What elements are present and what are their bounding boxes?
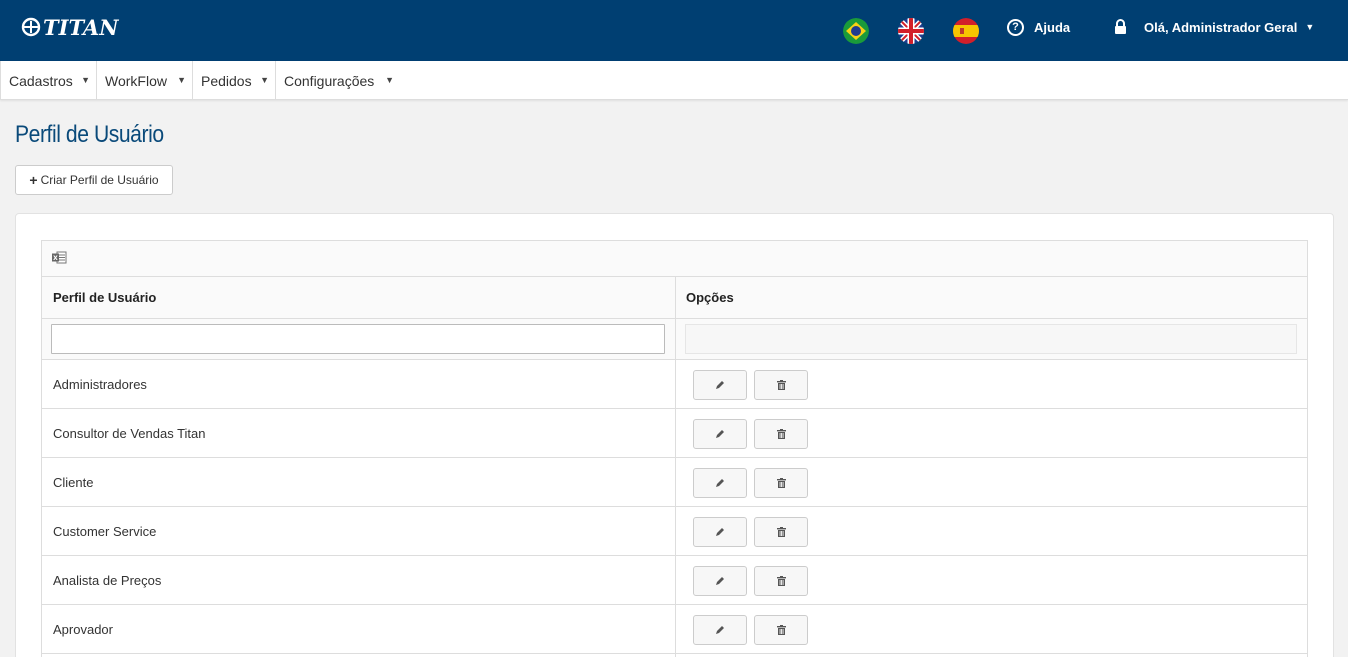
logo-emblem-icon <box>21 17 41 37</box>
create-profile-button[interactable]: + Criar Perfil de Usuário <box>15 165 173 195</box>
profile-name: Customer Service <box>53 524 157 539</box>
edit-button[interactable] <box>693 419 747 449</box>
brazil-flag-icon[interactable] <box>843 18 869 44</box>
options-filter-placeholder <box>685 324 1297 354</box>
page-title: Perfil de Usuário <box>15 121 164 148</box>
menu-cadastros[interactable]: Cadastros ▼ <box>0 61 97 100</box>
menu-label: Configurações <box>284 72 375 89</box>
menu-configuracoes[interactable]: Configurações ▼ <box>276 61 400 100</box>
delete-button[interactable] <box>754 419 808 449</box>
profile-name: Analista de Preços <box>53 573 162 588</box>
lock-icon <box>1115 19 1126 34</box>
trash-icon <box>776 625 786 635</box>
edit-button[interactable] <box>693 517 747 547</box>
create-profile-label: Criar Perfil de Usuário <box>40 173 159 187</box>
pencil-icon <box>716 381 724 389</box>
caret-down-icon: ▼ <box>81 75 90 85</box>
grid-toolbar: X <box>42 241 1307 277</box>
plus-icon: + <box>29 172 38 188</box>
top-navbar: TITAN ? Ajuda Olá, Administrador Geral ▼ <box>0 0 1348 61</box>
pencil-icon <box>716 626 724 634</box>
main-menu: Cadastros ▼ WorkFlow ▼ Pedidos ▼ Configu… <box>0 61 1348 100</box>
menu-pedidos[interactable]: Pedidos ▼ <box>193 61 276 100</box>
trash-icon <box>776 429 786 439</box>
trash-icon <box>776 380 786 390</box>
user-menu[interactable]: Olá, Administrador Geral ▼ <box>1114 19 1314 35</box>
edit-button[interactable] <box>693 566 747 596</box>
uk-flag-icon[interactable] <box>898 18 924 44</box>
caret-down-icon: ▼ <box>385 75 394 85</box>
pencil-icon <box>716 577 724 585</box>
column-header-options: Opções <box>686 290 734 305</box>
profile-name: Administradores <box>53 377 147 392</box>
pencil-icon <box>716 479 724 487</box>
delete-button[interactable] <box>754 615 808 645</box>
edit-button[interactable] <box>693 468 747 498</box>
trash-icon <box>776 527 786 537</box>
profile-name: Consultor de Vendas Titan <box>53 426 206 441</box>
svg-text:X: X <box>53 255 58 262</box>
spain-flag-icon[interactable] <box>953 18 979 44</box>
profile-filter-input[interactable] <box>51 324 665 354</box>
delete-button[interactable] <box>754 468 808 498</box>
excel-export-icon[interactable]: X <box>52 251 67 264</box>
menu-workflow[interactable]: WorkFlow ▼ <box>97 61 193 100</box>
edit-button[interactable] <box>693 370 747 400</box>
column-divider <box>675 277 676 657</box>
logo-text: TITAN <box>43 14 119 40</box>
help-icon: ? <box>1007 19 1024 36</box>
help-label: Ajuda <box>1034 20 1071 35</box>
chevron-down-icon: ▼ <box>1305 22 1315 32</box>
trash-icon <box>776 576 786 586</box>
trash-icon <box>776 478 786 488</box>
delete-button[interactable] <box>754 566 808 596</box>
menu-label: Pedidos <box>201 72 252 89</box>
profile-name: Aprovador <box>53 622 113 637</box>
caret-down-icon: ▼ <box>177 75 186 85</box>
menu-label: Cadastros <box>9 72 73 89</box>
pencil-icon <box>716 528 724 536</box>
delete-button[interactable] <box>754 370 808 400</box>
menu-label: WorkFlow <box>105 72 167 89</box>
help-link[interactable]: ? Ajuda <box>1007 19 1070 36</box>
profile-name: Cliente <box>53 475 94 490</box>
content-panel: X Perfil de Usuário Opções Administrador… <box>15 213 1334 657</box>
user-greeting: Olá, Administrador Geral <box>1144 19 1298 35</box>
delete-button[interactable] <box>754 517 808 547</box>
caret-down-icon: ▼ <box>260 75 269 85</box>
pencil-icon <box>716 430 724 438</box>
titan-logo[interactable]: TITAN <box>21 14 119 40</box>
profiles-grid: X Perfil de Usuário Opções Administrador… <box>41 240 1308 657</box>
column-header-profile[interactable]: Perfil de Usuário <box>53 290 156 305</box>
edit-button[interactable] <box>693 615 747 645</box>
